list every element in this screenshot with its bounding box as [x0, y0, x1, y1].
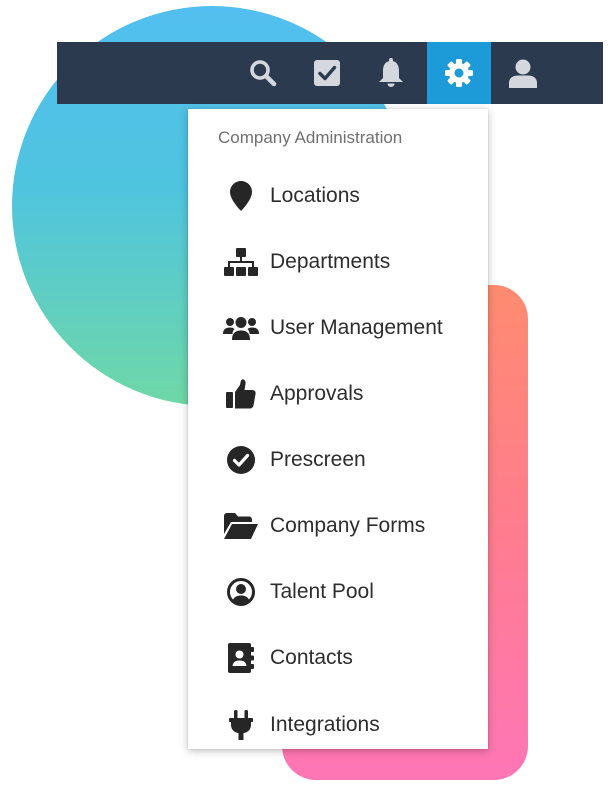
user-icon [509, 59, 537, 88]
notifications-button[interactable] [359, 42, 423, 104]
menu-item-label: User Management [270, 316, 443, 339]
gear-icon [445, 59, 473, 87]
settings-dropdown-menu: Company Administration Locations Departm… [188, 109, 488, 749]
top-navigation-bar [57, 42, 603, 104]
menu-item-label: Talent Pool [270, 580, 374, 603]
menu-item-prescreen[interactable]: Prescreen [188, 434, 488, 486]
sitemap-icon [222, 246, 260, 278]
menu-item-approvals[interactable]: Approvals [188, 368, 488, 420]
menu-item-label: Prescreen [270, 448, 366, 471]
user-circle-icon [222, 576, 260, 608]
plug-icon [222, 709, 260, 741]
tasks-icon [314, 60, 340, 86]
thumbs-up-icon [222, 378, 260, 410]
check-circle-icon [222, 444, 260, 476]
menu-item-contacts[interactable]: Contacts [188, 632, 488, 684]
menu-item-locations[interactable]: Locations [188, 170, 488, 222]
search-button[interactable] [231, 42, 295, 104]
menu-item-user-management[interactable]: User Management [188, 302, 488, 354]
settings-button[interactable] [427, 42, 491, 104]
folder-open-icon [222, 510, 260, 542]
bell-icon [379, 58, 403, 87]
menu-item-label: Integrations [270, 713, 380, 736]
menu-item-label: Locations [270, 184, 360, 207]
menu-item-integrations[interactable]: Integrations [188, 699, 488, 751]
map-marker-icon [222, 180, 260, 212]
user-profile-button[interactable] [491, 42, 555, 104]
tasks-button[interactable] [295, 42, 359, 104]
menu-item-company-forms[interactable]: Company Forms [188, 500, 488, 552]
address-book-icon [222, 642, 260, 674]
menu-item-label: Departments [270, 250, 391, 273]
users-icon [222, 312, 260, 344]
menu-item-label: Company Forms [270, 514, 426, 537]
menu-item-label: Approvals [270, 382, 364, 405]
search-icon [250, 60, 277, 87]
menu-header: Company Administration [218, 128, 403, 147]
menu-item-talent-pool[interactable]: Talent Pool [188, 566, 488, 618]
menu-item-departments[interactable]: Departments [188, 236, 488, 288]
menu-item-label: Contacts [270, 646, 353, 669]
